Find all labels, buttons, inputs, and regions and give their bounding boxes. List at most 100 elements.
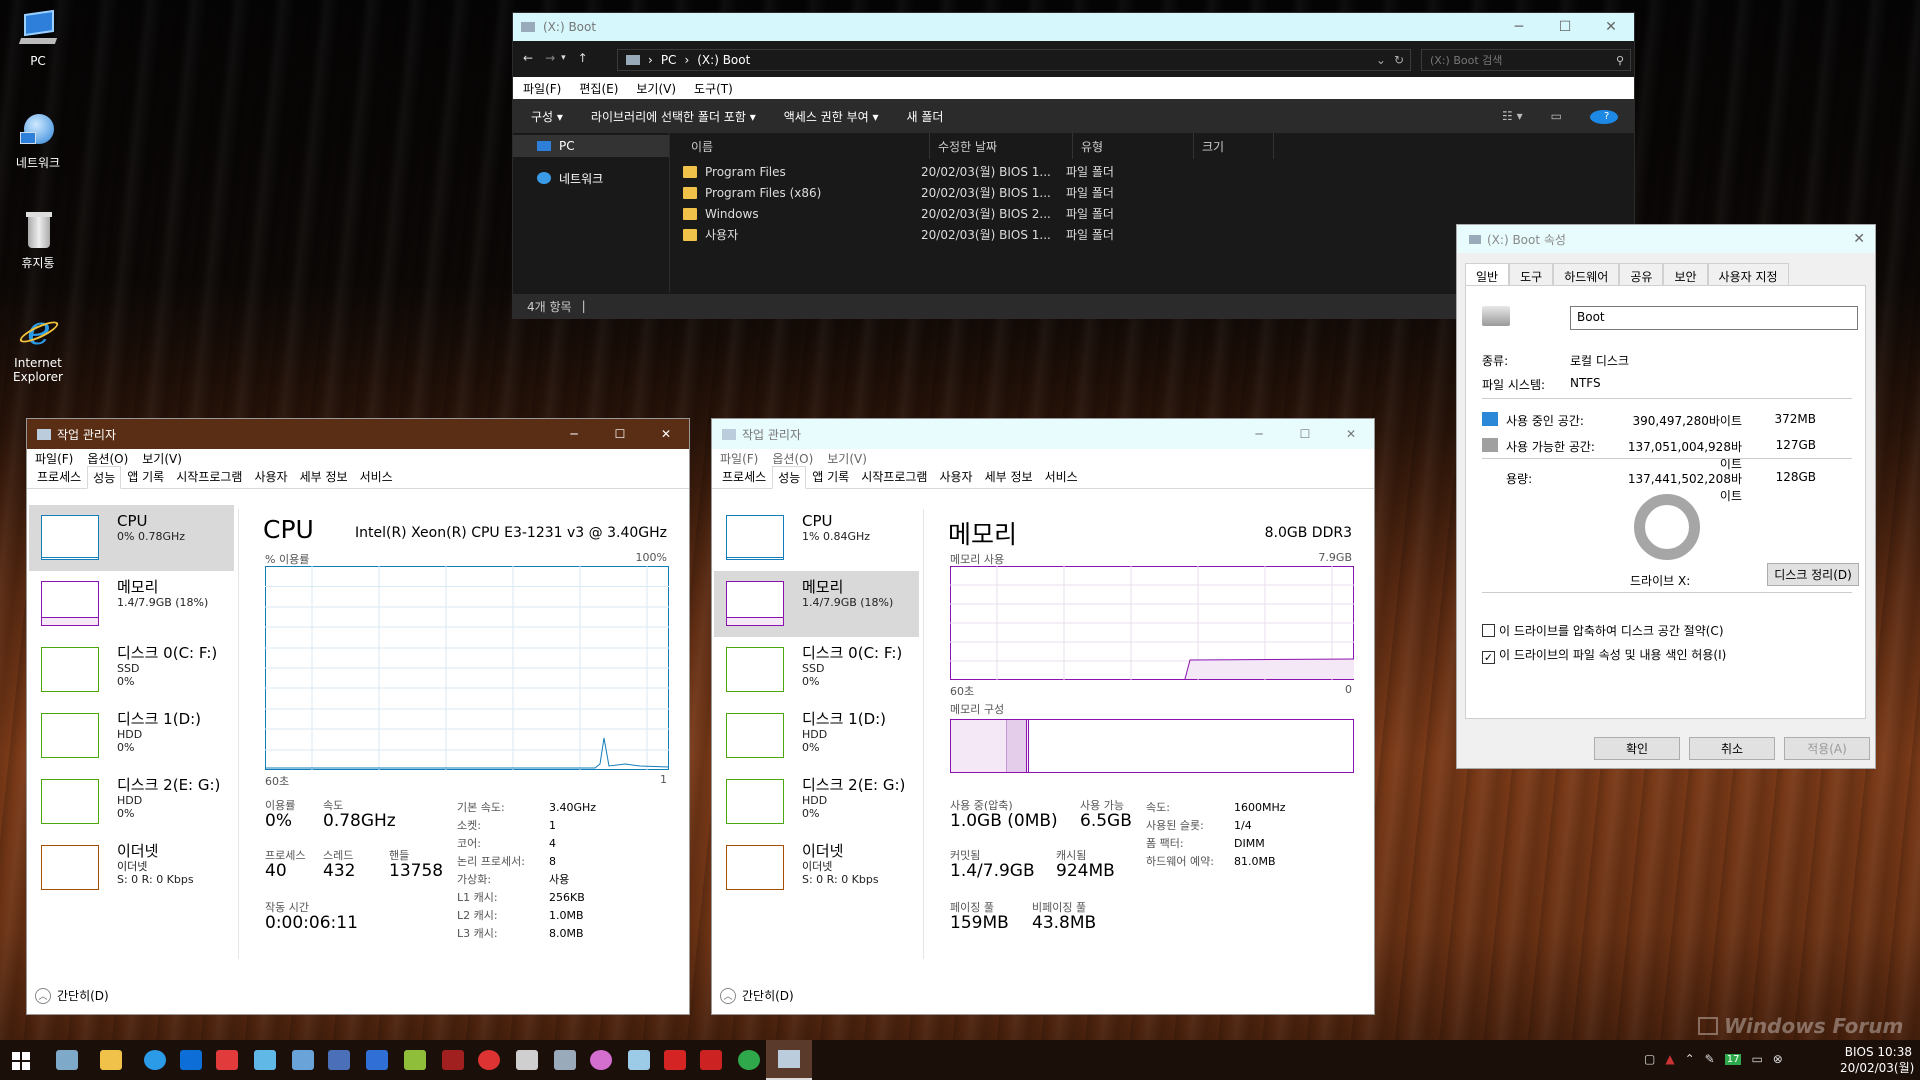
title-bar[interactable]: 작업 관리자 ─ ☐ ✕ — [712, 419, 1374, 449]
tab-processes[interactable]: 프로세스 — [716, 465, 772, 488]
maximize-button[interactable]: ☐ — [1542, 13, 1588, 41]
minimize-button[interactable]: ─ — [1496, 13, 1542, 41]
tab-performance[interactable]: 성능 — [772, 466, 807, 489]
compress-checkbox[interactable] — [1482, 624, 1495, 637]
cancel-button[interactable]: 취소 — [1689, 737, 1775, 760]
back-arrow-icon[interactable]: ← — [523, 51, 533, 65]
include-library-button[interactable]: 라이브러리에 선택한 폴더 포함 ▾ — [577, 108, 770, 125]
tab-performance[interactable]: 성능 — [87, 466, 122, 489]
archive-taskbar-icon[interactable] — [628, 1050, 650, 1070]
desktop-icon-ie[interactable]: e Internet Explorer — [10, 310, 66, 384]
tool-taskbar-icon[interactable] — [292, 1050, 314, 1070]
forward-arrow-icon[interactable]: → — [545, 51, 555, 65]
resource-disk2[interactable]: 디스크 2(E: G:) HDD 0% — [29, 769, 234, 835]
share-access-button[interactable]: 액세스 권한 부여 ▾ — [770, 108, 893, 125]
pdf-taskbar-icon[interactable] — [664, 1050, 686, 1070]
menu-view[interactable]: 보기(V) — [636, 80, 676, 97]
text-editor-taskbar-icon[interactable] — [366, 1050, 388, 1070]
file-row[interactable]: Program Files 20/02/03(월) BIOS 1... 파일 폴… — [683, 161, 1114, 182]
tab-app-history[interactable]: 앱 기록 — [121, 465, 170, 488]
compress-option[interactable]: 이 드라이브를 압축하여 디스크 공간 절약(C) — [1482, 622, 1724, 639]
active-app-taskbar-button[interactable] — [766, 1040, 812, 1080]
column-name[interactable]: 이름 — [671, 133, 930, 159]
address-dropdown-icon[interactable]: ⌄ — [1376, 53, 1386, 67]
title-bar[interactable]: 작업 관리자 ─ ☐ ✕ — [27, 419, 689, 449]
column-type[interactable]: 유형 — [1073, 133, 1194, 159]
refresh-icon[interactable]: ↻ — [1394, 53, 1404, 67]
menu-edit[interactable]: 편집(E) — [579, 80, 618, 97]
minimize-button[interactable]: ─ — [551, 427, 597, 441]
close-button[interactable]: ✕ — [643, 427, 689, 441]
resource-disk1[interactable]: 디스크 1(D:) HDD 0% — [29, 703, 234, 769]
apply-button[interactable]: 적용(A) — [1784, 737, 1870, 760]
nav-item-pc[interactable]: PC — [513, 135, 669, 157]
show-desktop-icon[interactable]: ▢ — [1644, 1052, 1655, 1066]
nav-item-network[interactable]: 네트워크 — [513, 167, 669, 189]
volume-name-input[interactable]: Boot — [1570, 306, 1858, 330]
fewer-details-link[interactable]: ︿ 간단히(D) — [35, 987, 109, 1004]
task-manager-taskbar-icon[interactable] — [56, 1050, 78, 1070]
organize-button[interactable]: 구성 ▾ — [513, 108, 577, 125]
network-tray-icon[interactable]: ▲ — [1665, 1052, 1674, 1066]
disk-cleanup-button[interactable]: 디스크 정리(D) — [1767, 563, 1859, 586]
utility-taskbar-icon[interactable] — [700, 1050, 722, 1070]
resource-disk0[interactable]: 디스크 0(C: F:) SSD 0% — [714, 637, 919, 703]
new-folder-button[interactable]: 새 폴더 — [892, 108, 957, 125]
desktop-icon-network[interactable]: 네트워크 — [10, 110, 66, 170]
close-button[interactable]: ✕ — [1588, 13, 1634, 41]
network-tool-taskbar-icon[interactable] — [328, 1050, 350, 1070]
clock[interactable]: BIOS 10:38 20/02/03(월) — [1840, 1044, 1914, 1076]
file-row[interactable]: Program Files (x86) 20/02/03(월) BIOS 1..… — [683, 182, 1114, 203]
color-wheel-taskbar-icon[interactable] — [590, 1050, 612, 1070]
index-checkbox[interactable]: ✓ — [1482, 651, 1495, 664]
resource-ethernet[interactable]: 이더넷 이더넷 S: 0 R: 0 Kbps — [29, 835, 234, 901]
file-explorer-taskbar-icon[interactable] — [100, 1050, 122, 1070]
recent-chevron-icon[interactable]: ▾ — [561, 53, 566, 63]
menu-view[interactable]: 보기(V) — [827, 450, 867, 467]
battery-tray-icon[interactable]: 17 — [1724, 1053, 1742, 1065]
menu-file[interactable]: 파일(F) — [35, 450, 73, 467]
index-option[interactable]: ✓ 이 드라이브의 파일 속성 및 내용 색인 허용(I) — [1482, 646, 1726, 664]
bird-taskbar-icon[interactable] — [254, 1050, 276, 1070]
menu-file[interactable]: 파일(F) — [523, 80, 561, 97]
title-bar[interactable]: (X:) Boot 속성 ✕ — [1457, 225, 1875, 253]
tray-overflow-icon[interactable]: ⌃ — [1685, 1052, 1695, 1066]
maximize-button[interactable]: ☐ — [597, 427, 643, 441]
help-icon[interactable]: ? — [1576, 108, 1634, 124]
fewer-details-link[interactable]: ︿ 간단히(D) — [720, 987, 794, 1004]
column-date[interactable]: 수정한 날짜 — [930, 133, 1073, 159]
breadcrumb-boot[interactable]: (X:) Boot — [697, 53, 750, 67]
close-button[interactable]: ✕ — [1328, 427, 1374, 441]
minimize-button[interactable]: ─ — [1236, 427, 1282, 441]
menu-tools[interactable]: 도구(T) — [694, 80, 733, 97]
bug-taskbar-icon[interactable] — [442, 1050, 464, 1070]
tab-processes[interactable]: 프로세스 — [31, 465, 87, 488]
leaf-taskbar-icon[interactable] — [404, 1050, 426, 1070]
resource-disk0[interactable]: 디스크 0(C: F:) SSD 0% — [29, 637, 234, 703]
pen-tray-icon[interactable]: ✎ — [1705, 1052, 1715, 1066]
desktop-icon-recycle-bin[interactable]: 휴지통 — [10, 210, 66, 270]
breadcrumb-pc[interactable]: PC — [661, 53, 677, 67]
file-row[interactable]: 사용자 20/02/03(월) BIOS 1... 파일 폴더 — [683, 224, 1114, 245]
resource-cpu[interactable]: CPU 0% 0.78GHz — [29, 505, 234, 571]
maximize-button[interactable]: ☐ — [1282, 427, 1328, 441]
tab-app-history[interactable]: 앱 기록 — [806, 465, 855, 488]
start-button[interactable] — [12, 1052, 30, 1070]
tab-users[interactable]: 사용자 — [248, 465, 293, 488]
globe-taskbar-icon[interactable] — [478, 1050, 500, 1070]
search-input[interactable]: (X:) Boot 검색 ⚲ — [1421, 49, 1631, 71]
search-icon[interactable]: ⚲ — [1616, 54, 1624, 67]
tab-services[interactable]: 서비스 — [1039, 465, 1084, 488]
close-button[interactable]: ✕ — [1853, 231, 1865, 247]
up-arrow-icon[interactable]: ↑ — [578, 51, 588, 65]
tab-details[interactable]: 세부 정보 — [979, 465, 1039, 488]
desktop-icon-pc[interactable]: PC — [10, 8, 66, 68]
menu-view[interactable]: 보기(V) — [142, 450, 182, 467]
pen-taskbar-icon[interactable] — [554, 1050, 576, 1070]
teamviewer-taskbar-icon[interactable] — [180, 1050, 202, 1070]
resource-cpu[interactable]: CPU 1% 0.84GHz — [714, 505, 919, 571]
anydesk-taskbar-icon[interactable] — [216, 1050, 238, 1070]
tab-services[interactable]: 서비스 — [354, 465, 399, 488]
address-bar[interactable]: › PC › (X:) Boot ⌄ ↻ — [617, 49, 1411, 71]
preview-pane-icon[interactable]: ▭ — [1537, 109, 1576, 123]
